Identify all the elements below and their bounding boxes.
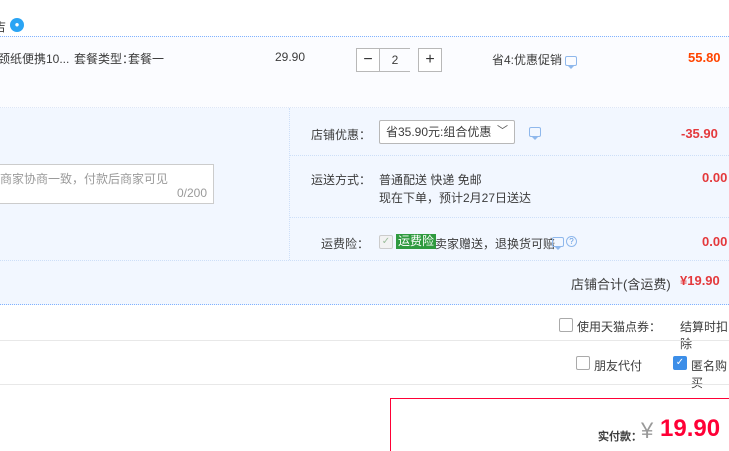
order-item-row	[0, 36, 729, 108]
friend-pay-checkbox[interactable]	[576, 356, 590, 370]
shop-total-label: 店铺合计(含运费)	[571, 277, 671, 292]
divider	[0, 384, 729, 385]
package-type-value: 套餐一	[128, 52, 165, 66]
wangwang-icon[interactable]: ●	[10, 18, 24, 32]
discount-message-icon[interactable]	[529, 127, 541, 140]
chevron-down-icon: ﹀	[497, 125, 508, 137]
insurance-desc: 卖家赠送，退换货可赔	[435, 237, 556, 251]
quantity-minus-button[interactable]: −	[356, 48, 380, 72]
payment-amount: 19.90	[660, 415, 721, 442]
divider	[290, 217, 729, 218]
shipping-amount: 0.00	[702, 170, 728, 185]
quantity-plus-button[interactable]: +	[418, 48, 442, 72]
shipping-label: 运送方式：	[311, 173, 372, 187]
help-icon[interactable]: ?	[566, 236, 577, 247]
insurance-label: 运费险：	[321, 237, 370, 251]
shop-name[interactable]: 吉	[0, 18, 6, 35]
shop-discount-amount: -35.90	[681, 126, 718, 141]
message-placeholder: 商家协商一致，付款后商家可见	[0, 172, 169, 186]
unit-price: 29.90	[275, 50, 306, 64]
anonymous-checkbox[interactable]: ✓	[673, 356, 687, 370]
shop-discount-select[interactable]: 省35.90元:组合优惠 ﹀	[379, 120, 515, 144]
item-promo: 省4:优惠促销	[492, 53, 563, 67]
insurance-message-icon[interactable]	[552, 237, 564, 250]
item-title[interactable]: 颈纸便携10...	[0, 50, 69, 67]
quantity-input[interactable]: 2	[380, 48, 410, 72]
promo-message-icon[interactable]	[565, 56, 577, 69]
coupon-label: 使用天猫点券：	[577, 320, 662, 334]
shop-header: 吉 ●	[0, 0, 729, 36]
friend-pay-label[interactable]: 朋友代付	[594, 357, 642, 374]
shop-discount-selected: 省35.90元:组合优惠	[386, 125, 492, 139]
coupon-note: 结算时扣除	[680, 320, 729, 351]
insurance-amount: 0.00	[702, 234, 728, 249]
payment-label: 实付款：	[598, 431, 642, 443]
shop-total-value: ¥19.90	[680, 273, 720, 288]
message-counter: 0/200	[177, 186, 208, 200]
shipping-method: 普通配送 快递 免邮	[379, 173, 482, 187]
package-type-label: 套餐类型：	[74, 52, 135, 66]
anonymous-label[interactable]: 匿名购买	[691, 357, 729, 391]
divider	[290, 155, 729, 156]
insurance-tag: 运费险	[396, 234, 437, 249]
item-subtotal: 55.80	[688, 50, 721, 65]
divider	[0, 340, 729, 341]
shop-discount-label: 店铺优惠：	[311, 128, 372, 142]
payment-currency: ¥	[641, 418, 654, 443]
shipping-eta: 现在下单，预计2月27日送达	[379, 191, 532, 205]
insurance-checkbox: ✓	[379, 235, 393, 249]
coupon-checkbox[interactable]	[559, 318, 573, 332]
